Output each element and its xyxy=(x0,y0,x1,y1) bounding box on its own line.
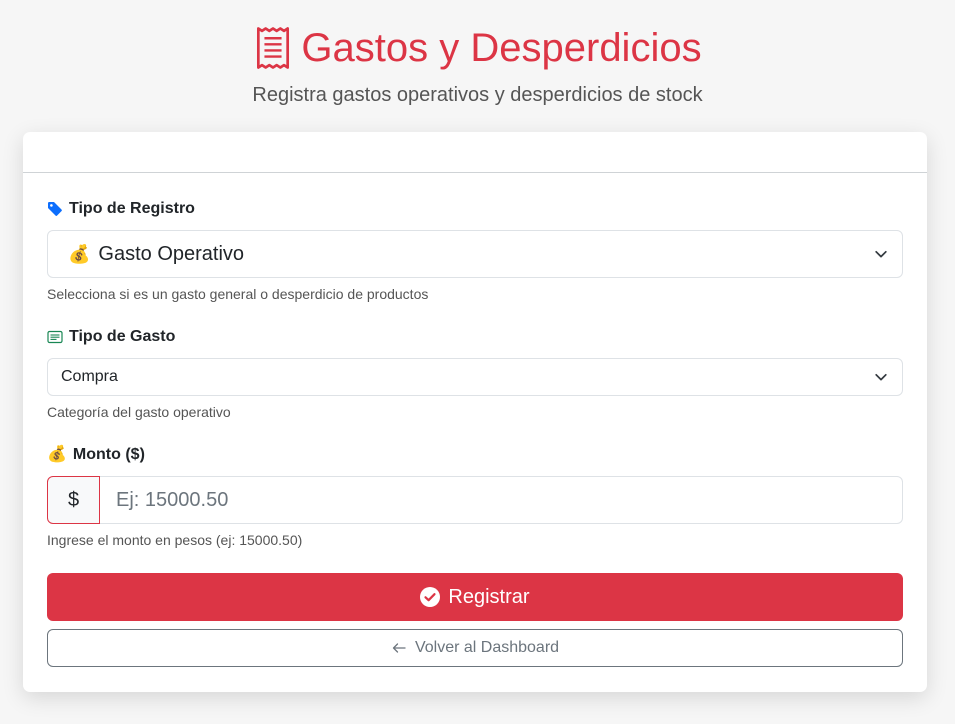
register-button-label: Registrar xyxy=(448,585,530,608)
tipo-registro-help: Selecciona si es un gasto general o desp… xyxy=(47,286,429,302)
tipo-registro-select[interactable]: 💰 Gasto Operativo xyxy=(47,230,903,278)
tipo-registro-group: Tipo de Registro 💰 Gasto Operativo Selec… xyxy=(47,200,903,302)
tipo-registro-value: Gasto Operativo xyxy=(98,242,245,265)
card-text-icon xyxy=(47,329,63,345)
monto-label-text: Monto ($) xyxy=(72,446,145,463)
page-header: Gastos y Desperdicios Registra gastos op… xyxy=(0,0,955,107)
tipo-registro-label-text: Tipo de Registro xyxy=(69,200,195,217)
money-bag-icon: 💰 xyxy=(68,244,91,264)
monto-input[interactable] xyxy=(100,476,903,524)
monto-input-group: $ xyxy=(47,476,903,524)
chevron-down-icon xyxy=(875,250,887,258)
tipo-gasto-group: Tipo de Gasto Compra Categoría del gasto… xyxy=(47,328,903,420)
tipo-gasto-value: Compra xyxy=(61,368,118,385)
register-button[interactable]: Registrar xyxy=(47,573,903,621)
monto-label: 💰 Monto ($) xyxy=(47,446,903,464)
tipo-registro-label: Tipo de Registro xyxy=(47,200,903,218)
currency-prefix: $ xyxy=(47,476,100,524)
card-header xyxy=(23,132,927,173)
tipo-gasto-label: Tipo de Gasto xyxy=(47,328,903,346)
receipt-icon xyxy=(257,27,290,69)
card-body: Tipo de Registro 💰 Gasto Operativo Selec… xyxy=(23,200,927,667)
tipo-gasto-label-text: Tipo de Gasto xyxy=(69,328,176,345)
tipo-gasto-select[interactable]: Compra xyxy=(47,358,903,396)
page-title-text: Gastos y Desperdicios xyxy=(301,26,702,70)
form-card: Tipo de Registro 💰 Gasto Operativo Selec… xyxy=(23,132,927,692)
monto-group: 💰 Monto ($) $ Ingrese el monto en pesos … xyxy=(47,446,903,548)
tag-icon xyxy=(47,201,63,217)
monto-help: Ingrese el monto en pesos (ej: 15000.50) xyxy=(47,532,303,548)
page-subtitle: Registra gastos operativos y desperdicio… xyxy=(252,84,703,106)
chevron-down-icon xyxy=(875,373,887,381)
money-bag-icon: 💰 xyxy=(47,446,67,463)
back-to-dashboard-button[interactable]: Volver al Dashboard xyxy=(47,629,903,667)
page-title: Gastos y Desperdicios xyxy=(253,22,702,74)
arrow-left-icon xyxy=(392,643,406,653)
tipo-gasto-help: Categoría del gasto operativo xyxy=(47,404,231,420)
back-button-label: Volver al Dashboard xyxy=(414,639,560,656)
check-circle-icon xyxy=(420,587,441,607)
